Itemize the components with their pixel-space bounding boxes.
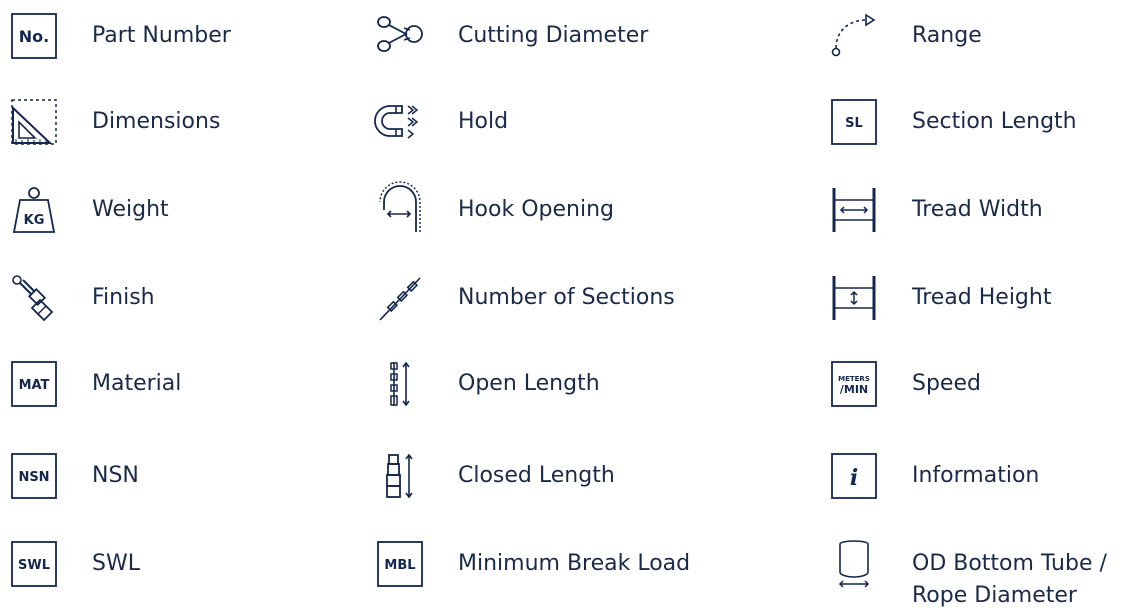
legend-item-information: i Information	[830, 452, 1039, 500]
legend-item-material: MAT Material	[10, 360, 181, 408]
section-length-icon: SL	[830, 98, 878, 146]
svg-text:SWL: SWL	[18, 558, 50, 573]
legend-item-range: Range	[830, 12, 982, 60]
tread-width-icon	[830, 186, 878, 234]
closed-length-icon	[376, 452, 424, 500]
hook-icon	[376, 181, 424, 234]
legend-item-hold: Hold	[374, 98, 509, 146]
legend-item-finish: Finish	[10, 274, 155, 322]
legend-item-section-length: SL Section Length	[830, 98, 1077, 146]
svg-text:NSN: NSN	[18, 470, 49, 485]
svg-text:MBL: MBL	[384, 558, 415, 573]
legend-label: Dimensions	[92, 109, 221, 134]
legend-item-dimensions: Dimensions	[10, 98, 220, 146]
svg-text:i: i	[850, 465, 858, 491]
dimensions-icon	[10, 98, 58, 146]
legend-label: Number of Sections	[458, 285, 675, 310]
paintbrush-icon	[10, 274, 58, 322]
legend-label: Closed Length	[458, 463, 615, 488]
information-icon: i	[830, 452, 878, 500]
magnet-icon	[374, 98, 424, 146]
od-bottom-tube-icon	[830, 540, 878, 588]
legend-label: Hook Opening	[458, 197, 614, 222]
legend-label: Weight	[92, 197, 169, 222]
weight-icon: KG	[10, 186, 58, 234]
legend-label: Material	[92, 371, 182, 396]
legend-label: Section Length	[912, 109, 1077, 134]
swl-icon: SWL	[10, 540, 58, 588]
legend-label: NSN	[92, 463, 139, 488]
tread-height-icon	[830, 274, 878, 322]
legend-item-hook-opening: Hook Opening	[376, 181, 614, 234]
mbl-icon: MBL	[376, 540, 424, 588]
part-number-icon: No.	[10, 12, 58, 60]
legend-item-cutting-diameter: Cutting Diameter	[376, 12, 648, 60]
scissors-icon	[376, 12, 424, 60]
svg-text:No.: No.	[19, 27, 49, 46]
legend-item-tread-width: Tread Width	[830, 186, 1043, 234]
legend-item-closed-length: Closed Length	[376, 452, 615, 500]
range-icon	[830, 12, 878, 60]
svg-text:SL: SL	[845, 116, 863, 131]
svg-text:METERS: METERS	[838, 375, 870, 383]
nsn-icon: NSN	[10, 452, 58, 500]
legend-label: Range	[912, 23, 982, 48]
legend-label: Tread Height	[912, 285, 1052, 310]
legend-item-minimum-break-load: MBL Minimum Break Load	[376, 540, 690, 588]
legend-item-swl: SWL SWL	[10, 540, 140, 588]
legend-item-part-number: No. Part Number	[10, 12, 231, 60]
legend-label: Tread Width	[912, 197, 1043, 222]
legend-label: SWL	[92, 551, 140, 576]
legend-label: OD Bottom Tube / Rope Diameter	[912, 551, 1107, 608]
open-length-icon	[376, 360, 424, 408]
legend-item-open-length: Open Length	[376, 360, 600, 408]
legend-label: Speed	[912, 371, 981, 396]
legend-item-tread-height: Tread Height	[830, 274, 1051, 322]
legend-label: Cutting Diameter	[458, 23, 649, 48]
legend-item-weight: KG Weight	[10, 186, 169, 234]
legend-item-od-bottom-tube: OD Bottom Tube / Rope Diameter	[830, 540, 1107, 612]
icon-legend: No. Part Number Dimensions KG Weight Fin…	[0, 0, 1125, 610]
legend-item-speed: METERS /MIN Speed	[830, 360, 981, 408]
legend-label: Finish	[92, 285, 155, 310]
legend-label: Hold	[458, 109, 509, 134]
legend-item-nsn: NSN NSN	[10, 452, 139, 500]
svg-text:/MIN: /MIN	[840, 383, 868, 396]
legend-label: Information	[912, 463, 1040, 488]
speed-icon: METERS /MIN	[830, 360, 878, 408]
legend-label: Minimum Break Load	[458, 551, 691, 576]
legend-item-number-of-sections: Number of Sections	[376, 274, 675, 322]
material-icon: MAT	[10, 360, 58, 408]
svg-text:MAT: MAT	[19, 378, 50, 393]
legend-label: Part Number	[92, 23, 231, 48]
svg-text:KG: KG	[24, 213, 45, 228]
pole-sections-icon	[376, 274, 424, 322]
legend-label: Open Length	[458, 371, 600, 396]
